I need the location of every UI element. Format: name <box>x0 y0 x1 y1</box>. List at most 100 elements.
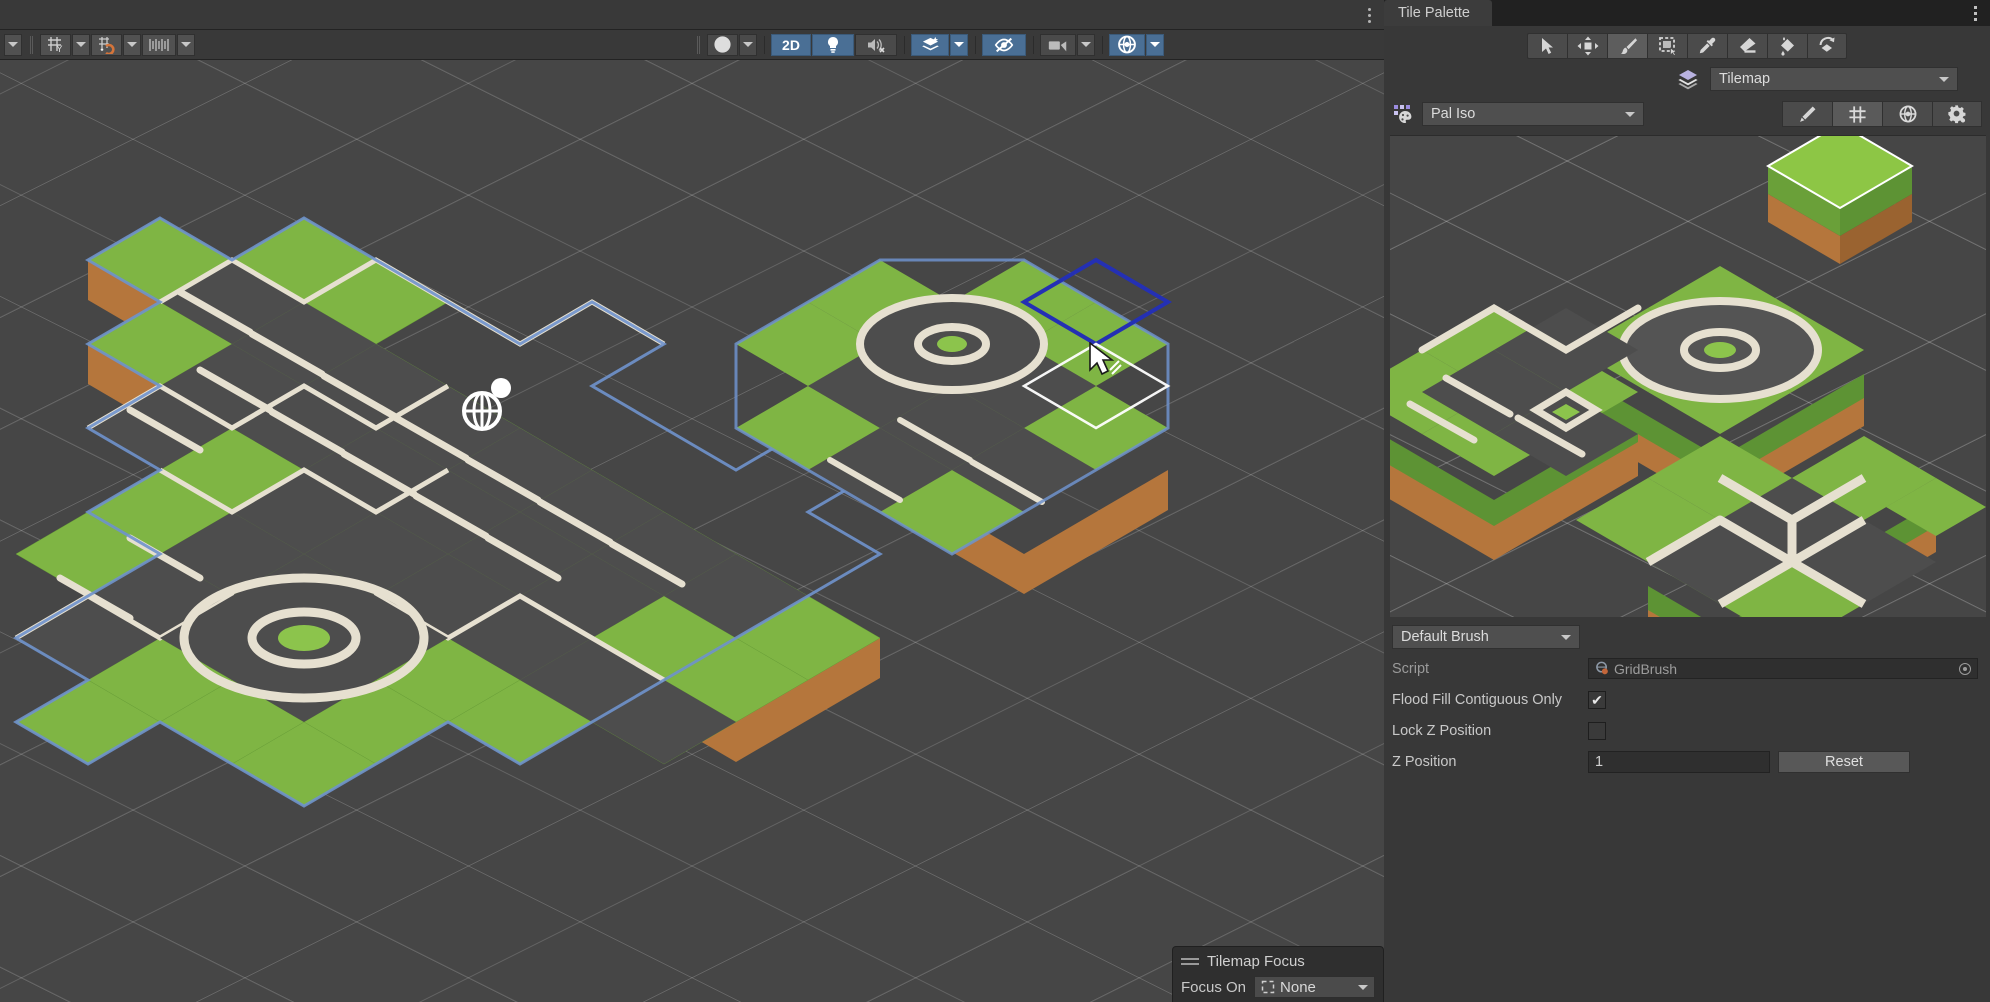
scene-overflow-menu[interactable] <box>1362 3 1376 27</box>
scene-fx-dropdown[interactable] <box>950 33 968 56</box>
snap-increment-dropdown[interactable] <box>177 33 195 56</box>
gizmo-globe-icon <box>1118 35 1136 54</box>
script-asset-icon <box>1596 661 1608 675</box>
eye-off-icon <box>994 37 1014 52</box>
z-position-value: 1 <box>1595 753 1604 770</box>
edit-palette-button[interactable] <box>1782 101 1832 127</box>
flood-fill-label: Flood Fill Contiguous Only <box>1392 691 1563 708</box>
focus-on-dropdown[interactable]: None <box>1254 976 1375 998</box>
magnet-snap-icon <box>99 36 115 54</box>
lock-z-checkbox[interactable] <box>1588 721 1606 740</box>
tab-tile-palette[interactable]: Tile Palette <box>1384 0 1492 26</box>
move-tool[interactable] <box>1567 33 1607 59</box>
chevron-down-icon <box>181 42 191 47</box>
focus-on-value: None <box>1280 978 1316 996</box>
chevron-down-icon <box>1939 76 1949 82</box>
scene-fx-button[interactable] <box>911 33 949 56</box>
toggle-2d-button[interactable]: 2D <box>771 33 811 56</box>
scene-island-right <box>734 258 1170 594</box>
palette-swatch-icon <box>1392 103 1414 125</box>
cursor-arrow-icon <box>1542 38 1553 54</box>
scene-visibility-button[interactable] <box>982 33 1026 56</box>
z-position-label: Z Position <box>1392 753 1457 770</box>
tool-handle-dropdown[interactable] <box>4 33 22 56</box>
picker-tool[interactable] <box>1687 33 1727 59</box>
select-tool[interactable] <box>1527 33 1567 59</box>
grid-axis-y-button[interactable]: Y <box>40 33 71 56</box>
scene-lighting-button[interactable] <box>812 33 854 56</box>
grid-axis-dropdown[interactable] <box>72 33 90 56</box>
chevron-down-icon <box>1625 111 1635 117</box>
flood-fill-tool[interactable] <box>1767 33 1807 59</box>
scene-audio-button[interactable] <box>855 33 897 56</box>
toolbar-divider-5 <box>975 35 976 54</box>
paint-brush-tool[interactable] <box>1607 33 1647 59</box>
rotate-arrow-icon <box>1819 37 1835 52</box>
camera-settings-button[interactable] <box>1040 33 1076 56</box>
fx-layers-icon <box>921 36 939 51</box>
z-position-input[interactable]: 1 <box>1588 750 1770 773</box>
focus-on-label: Focus On <box>1181 978 1247 996</box>
active-tilemap-row: Tilemap <box>1384 65 1990 97</box>
rotate-tool[interactable] <box>1807 33 1847 59</box>
paint-bucket-icon <box>1780 37 1794 56</box>
ruler-increment-icon <box>149 38 169 51</box>
box-select-icon <box>1658 37 1677 56</box>
grid-icon <box>1849 105 1866 123</box>
move-arrows-icon <box>1577 36 1598 56</box>
scene-tilemap-artwork <box>13 216 1172 808</box>
chevron-down-icon <box>127 42 137 47</box>
flood-fill-row: Flood Fill Contiguous Only <box>1384 684 1990 715</box>
paintbrush-icon <box>1620 38 1637 55</box>
grid-snapping-dropdown[interactable] <box>123 33 141 56</box>
brush-dropdown-row: Default Brush <box>1384 625 1990 653</box>
gizmos-toggle-button[interactable] <box>1882 101 1932 127</box>
lock-z-label: Lock Z Position <box>1392 722 1492 739</box>
toolbar-divider <box>30 35 33 54</box>
mouse-cursor <box>1088 342 1128 384</box>
script-row: Script GridBrush <box>1384 653 1990 684</box>
object-picker-icon[interactable] <box>1959 662 1971 675</box>
none-box-icon <box>1261 980 1275 994</box>
palette-selector-row: Pal Iso <box>1384 97 1990 133</box>
tilemap-focus-header[interactable]: Tilemap Focus <box>1173 947 1383 974</box>
shading-mode-button[interactable] <box>707 33 738 56</box>
grid-toggle-button[interactable] <box>1832 101 1882 127</box>
scene-viewport[interactable] <box>0 60 1384 1002</box>
gizmos-dropdown[interactable] <box>1146 33 1164 56</box>
gizmo-globe-icon <box>1899 105 1916 123</box>
active-tilemap-dropdown[interactable]: Tilemap <box>1710 67 1958 91</box>
chevron-down-icon <box>743 42 753 47</box>
camera-settings-dropdown[interactable] <box>1077 33 1095 56</box>
reset-button[interactable]: Reset <box>1778 750 1910 773</box>
svg-text:Y: Y <box>57 44 63 54</box>
toolbar-divider-3 <box>764 35 765 54</box>
chevron-down-icon <box>1561 634 1571 640</box>
shading-mode-dropdown[interactable] <box>739 33 757 56</box>
brush-inspector: Default Brush Script GridBrush Flood Fil… <box>1384 617 1990 777</box>
grid-snapping-button[interactable] <box>91 33 122 56</box>
script-object-field[interactable]: GridBrush <box>1588 658 1978 679</box>
box-fill-tool[interactable] <box>1647 33 1687 59</box>
palette-overflow-menu[interactable] <box>1968 1 1982 25</box>
drag-handle-icon[interactable] <box>1181 958 1199 965</box>
toolbar-divider-6 <box>1033 35 1034 54</box>
snap-increment-button[interactable] <box>142 33 176 56</box>
tilemap-focus-overlay[interactable]: Tilemap Focus Focus On None <box>1172 946 1384 1002</box>
eraser-tool[interactable] <box>1727 33 1767 59</box>
tile-palette-body: Tilemap Pal Iso Default Brush Script Gri… <box>1384 26 1990 1002</box>
chevron-down-icon <box>1081 42 1091 47</box>
tilemap-focus-body: Focus On None <box>1173 974 1383 1002</box>
palette-dropdown[interactable]: Pal Iso <box>1422 102 1644 126</box>
scene-tab-bar <box>0 0 1384 30</box>
speaker-mute-icon <box>868 38 885 53</box>
gizmos-toggle-button[interactable] <box>1109 33 1145 56</box>
flood-fill-checkbox[interactable] <box>1588 690 1606 709</box>
palette-canvas[interactable] <box>1390 135 1986 617</box>
orientation-globe-gizmo[interactable] <box>455 375 511 433</box>
palette-settings-button[interactable] <box>1932 101 1982 127</box>
tab-tile-palette-label: Tile Palette <box>1398 5 1470 21</box>
pencil-icon <box>1800 106 1816 122</box>
brush-dropdown[interactable]: Default Brush <box>1392 625 1580 649</box>
eyedropper-icon <box>1699 37 1715 54</box>
